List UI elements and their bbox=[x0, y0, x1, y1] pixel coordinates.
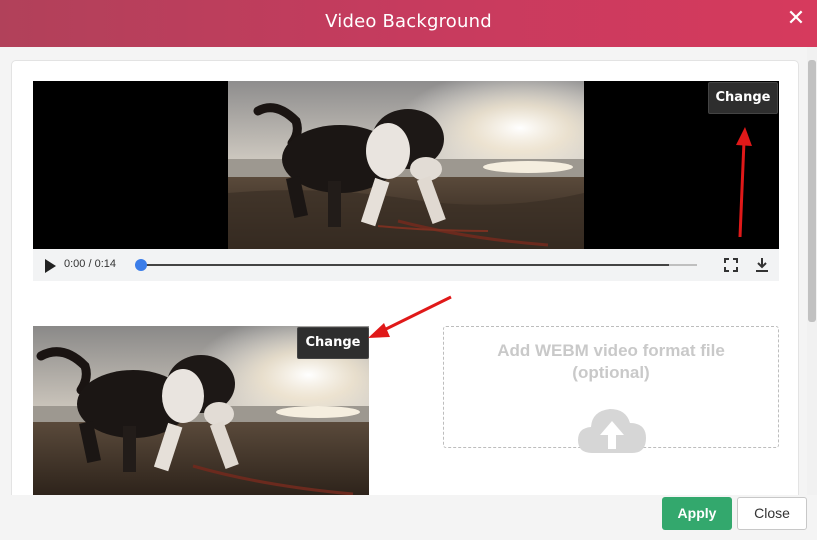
scrollbar-thumb[interactable] bbox=[808, 60, 816, 322]
close-button[interactable]: Close bbox=[737, 497, 807, 530]
cloud-upload-icon bbox=[578, 409, 646, 453]
change-video-button[interactable]: Change bbox=[708, 82, 778, 114]
play-icon[interactable] bbox=[45, 259, 56, 273]
close-icon[interactable]: ✕ bbox=[785, 8, 807, 30]
apply-button[interactable]: Apply bbox=[662, 497, 732, 530]
download-icon[interactable] bbox=[755, 257, 769, 273]
dialog-header: Video Background ✕ bbox=[0, 0, 817, 47]
annotation-arrow-left bbox=[381, 295, 452, 333]
video-preview-image bbox=[228, 81, 584, 249]
webm-upload-label-line1: Add WEBM video format file bbox=[497, 341, 725, 360]
progress-knob[interactable] bbox=[135, 259, 147, 271]
progress-bar[interactable] bbox=[135, 259, 697, 271]
video-controls: 0:00 / 0:14 bbox=[33, 249, 779, 281]
webm-upload-dropzone[interactable]: Add WEBM video format file (optional) bbox=[443, 326, 779, 453]
progress-played bbox=[141, 264, 670, 266]
video-player[interactable]: Change 0:00 / 0:14 bbox=[33, 81, 779, 281]
video-frame bbox=[228, 81, 584, 249]
change-thumbnail-button[interactable]: Change bbox=[297, 327, 369, 359]
fullscreen-icon[interactable] bbox=[724, 258, 738, 272]
webm-upload-label-line2: (optional) bbox=[572, 363, 650, 382]
content-panel: Change 0:00 / 0:14 Change Add WEBM video… bbox=[11, 60, 799, 500]
dialog-title: Video Background bbox=[325, 11, 492, 32]
webm-upload-label: Add WEBM video format file (optional) bbox=[444, 340, 778, 384]
video-thumbnail: Change bbox=[33, 326, 369, 499]
video-time: 0:00 / 0:14 bbox=[64, 258, 116, 270]
